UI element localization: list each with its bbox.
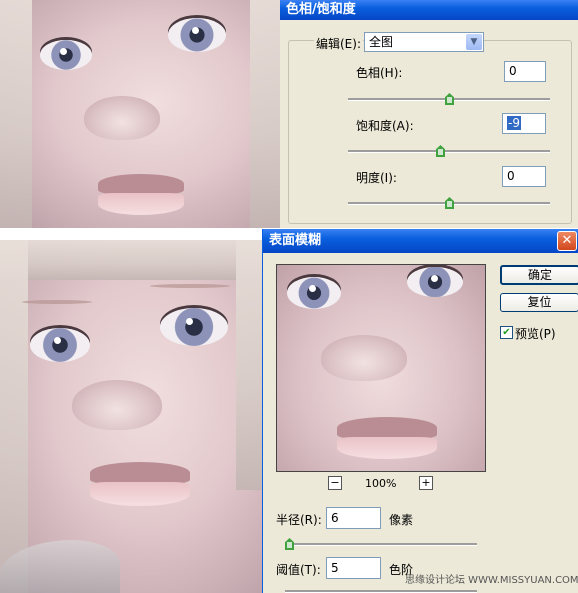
hair [250, 0, 280, 228]
right-eyebrow [150, 284, 230, 288]
saturation-value: -9 [507, 116, 521, 130]
nose [72, 380, 162, 430]
radius-input[interactable]: 6 [326, 507, 381, 529]
top-photo [0, 0, 280, 228]
threshold-input[interactable]: 5 [326, 557, 381, 579]
main-photo [0, 240, 270, 593]
edit-select-value: 全图 [369, 35, 394, 49]
lightness-input[interactable]: 0 [502, 166, 546, 187]
reset-button[interactable]: 复位 [500, 293, 578, 312]
zoom-in-button[interactable]: + [419, 476, 433, 490]
preview-checkbox[interactable]: ✔ [500, 326, 513, 339]
radius-unit: 像素 [389, 513, 414, 527]
edit-label: 编辑(E): [314, 35, 363, 52]
left-eye [30, 328, 90, 362]
preview-left-eye [287, 277, 341, 309]
lower-lip [98, 193, 184, 215]
saturation-input[interactable]: -9 [502, 113, 546, 134]
preview-upper-lip [337, 417, 437, 439]
minus-icon: − [330, 476, 340, 489]
preview-box[interactable] [276, 264, 486, 472]
hue-saturation-dialog: 色相/饱和度 编辑(E): 全图 ▼ 色相(H): 0 饱和度(A): -9 明… [280, 0, 578, 228]
radius-label: 半径(R): [276, 513, 322, 527]
upper-lip [98, 174, 184, 194]
hue-saturation-titlebar[interactable]: 色相/饱和度 [280, 0, 578, 20]
hue-input[interactable]: 0 [504, 61, 546, 82]
preview-right-eye [407, 267, 463, 297]
close-button[interactable]: ✕ [557, 231, 577, 251]
left-eyebrow [22, 300, 92, 304]
lower-lip [90, 482, 190, 506]
preview-lower-lip [337, 437, 437, 459]
nose [84, 96, 160, 140]
preview-nose [321, 335, 407, 381]
right-eye [160, 308, 228, 346]
hair [0, 240, 28, 593]
saturation-slider-track[interactable] [348, 150, 550, 153]
close-icon: ✕ [561, 233, 573, 248]
hue-label: 色相(H): [356, 66, 403, 80]
lightness-label: 明度(I): [356, 171, 397, 185]
preview-label[interactable]: 预览(P) [515, 325, 556, 342]
radius-slider-track[interactable] [285, 543, 477, 546]
radius-slider-thumb[interactable] [285, 538, 294, 550]
ok-button[interactable]: 确定 [500, 265, 578, 285]
left-eye [40, 40, 92, 70]
surface-blur-titlebar[interactable]: 表面模糊 [263, 229, 578, 253]
zoom-out-button[interactable]: − [328, 476, 342, 490]
hair [0, 0, 32, 228]
edit-select[interactable]: 全图 ▼ [364, 32, 484, 52]
upper-lip [90, 462, 190, 484]
right-eye [168, 18, 226, 52]
watermark-text: 思缘设计论坛 WWW.MISSYUAN.COM [405, 575, 578, 586]
zoom-level: 100% [365, 477, 397, 490]
hair [0, 240, 270, 280]
threshold-label: 阈值(T): [276, 563, 321, 577]
surface-blur-dialog: 表面模糊 ✕ − 100% + 确定 复位 ✔ 预览(P) 半径(R): 6 像… [262, 229, 578, 593]
chevron-down-icon[interactable]: ▼ [466, 34, 482, 50]
saturation-label: 饱和度(A): [356, 119, 414, 133]
plus-icon: + [421, 476, 431, 489]
check-icon: ✔ [502, 327, 511, 338]
